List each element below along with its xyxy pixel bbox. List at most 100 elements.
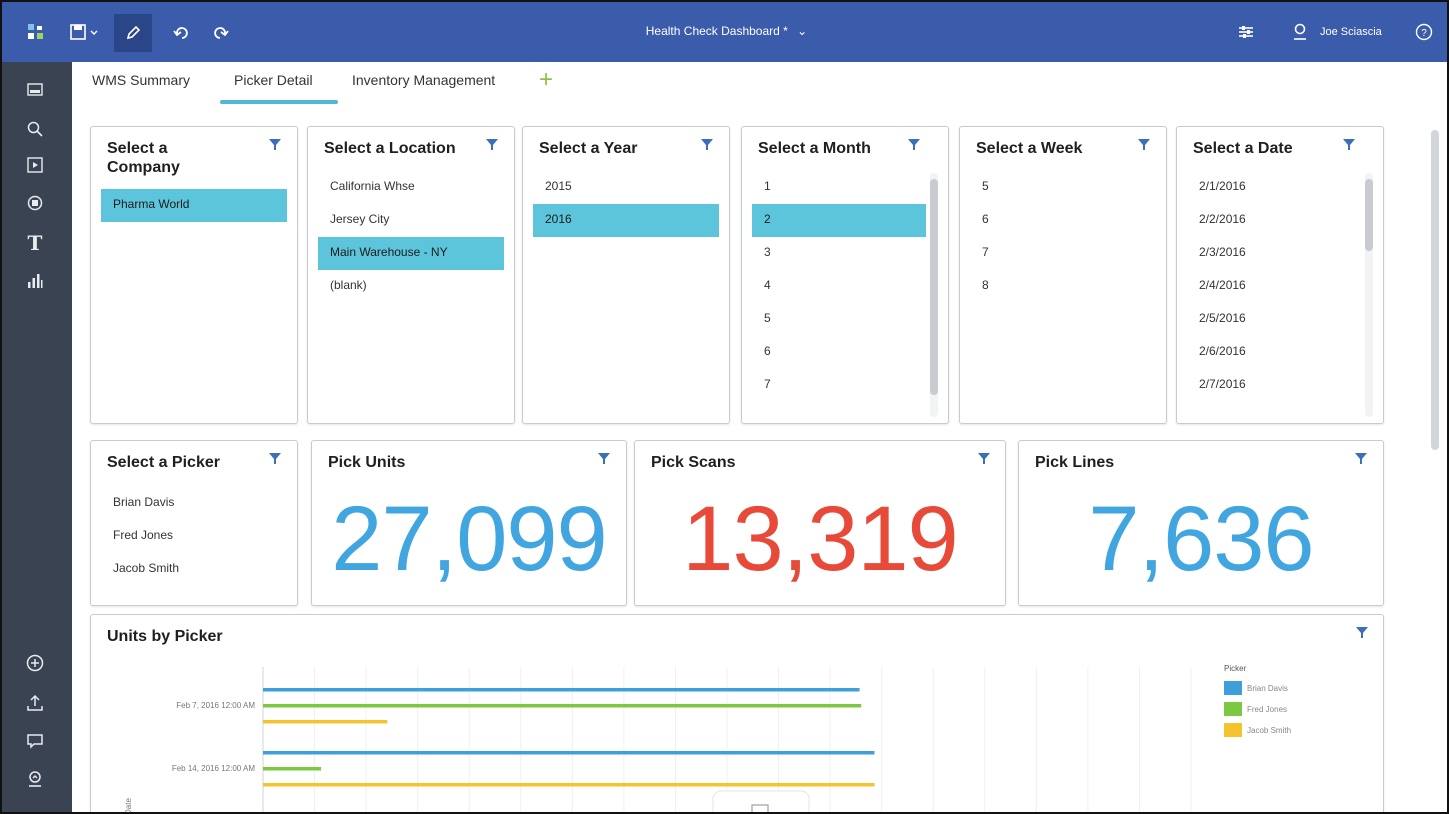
list-item[interactable]: California Whse: [318, 171, 504, 204]
pick-scans-card: Pick Scans 13,319: [634, 440, 1006, 606]
date-filter-card: Select a Date 2/1/2016 2/2/2016 2/3/2016…: [1176, 126, 1384, 424]
add-tab-icon[interactable]: +: [539, 66, 553, 94]
redo-icon[interactable]: [208, 20, 232, 44]
filter-icon[interactable]: [1355, 453, 1367, 464]
company-list: Pharma World: [101, 189, 287, 222]
filter-icon[interactable]: [908, 139, 920, 150]
month-filter-title: Select a Month: [758, 140, 871, 157]
edit-pencil-icon[interactable]: [114, 14, 152, 52]
legend-label: Fred Jones: [1247, 705, 1287, 714]
list-item[interactable]: Brian Davis: [101, 487, 287, 520]
settings-sliders-icon[interactable]: [1234, 20, 1258, 44]
list-item[interactable]: Pharma World: [101, 189, 287, 222]
list-item[interactable]: 7: [752, 369, 926, 402]
list-item[interactable]: 2: [752, 204, 926, 237]
filter-icon[interactable]: [269, 453, 281, 464]
tab-inventory-management[interactable]: Inventory Management: [352, 72, 495, 88]
list-item[interactable]: 5: [970, 171, 1156, 204]
calendar-button: [712, 790, 810, 812]
scroll-thumb[interactable]: [1365, 179, 1373, 251]
kpi-value: 27,099: [331, 488, 607, 590]
add-circle-icon[interactable]: [24, 652, 46, 674]
filter-icon[interactable]: [1343, 139, 1355, 150]
dashboard-title-text[interactable]: Health Check Dashboard *: [646, 24, 788, 38]
units-by-picker-chart: Feb 7, 2016 12:00 AM Feb 14, 2016 12:00 A…: [124, 664, 1291, 812]
save-icon[interactable]: [68, 20, 102, 44]
kpi-title: Pick Lines: [1035, 454, 1115, 471]
picker-filter-title: Select a Picker: [107, 454, 220, 471]
scroll-thumb[interactable]: [930, 179, 938, 395]
list-item[interactable]: 2/6/2016: [1187, 336, 1361, 369]
media-icon[interactable]: [24, 154, 46, 176]
upload-icon[interactable]: [24, 692, 46, 714]
list-item[interactable]: 8: [970, 270, 1156, 303]
list-item[interactable]: 7: [970, 237, 1156, 270]
units-by-picker-card: Units by Picker Feb 7, 2016 12:00 AM Feb …: [90, 614, 1384, 812]
list-item[interactable]: 5: [752, 303, 926, 336]
chevron-down-icon[interactable]: ⌄: [797, 24, 807, 38]
list-item[interactable]: (blank): [318, 270, 504, 303]
list-item[interactable]: 1: [752, 171, 926, 204]
undo-icon[interactable]: [170, 20, 194, 44]
filter-icon[interactable]: [598, 453, 610, 464]
list-item[interactable]: Jacob Smith: [101, 553, 287, 586]
year-list: 2015 2016: [533, 171, 719, 237]
week-filter-title: Select a Week: [976, 140, 1083, 157]
list-item[interactable]: Jersey City: [318, 204, 504, 237]
help-icon[interactable]: ?: [1412, 20, 1436, 44]
page-scrollbar[interactable]: [1430, 130, 1440, 812]
page-scroll-thumb[interactable]: [1431, 130, 1439, 450]
month-list: 1 2 3 4 5 6 7: [752, 171, 926, 402]
list-item[interactable]: 2/4/2016: [1187, 270, 1361, 303]
filter-icon[interactable]: [701, 139, 713, 150]
app-window: Health Check Dashboard * ⌄ Joe Sciascia …: [0, 0, 1449, 814]
list-item[interactable]: 6: [752, 336, 926, 369]
company-filter-card: Select a Company Pharma World: [90, 126, 298, 424]
pick-lines-card: Pick Lines 7,636: [1018, 440, 1384, 606]
legend-swatch: [1224, 681, 1242, 695]
app-menu-icon[interactable]: [24, 20, 48, 44]
bar: [263, 751, 875, 755]
picker-filter-card: Select a Picker Brian Davis Fred Jones J…: [90, 440, 298, 606]
list-item[interactable]: Main Warehouse - NY: [318, 237, 504, 270]
list-item[interactable]: 2/1/2016: [1187, 171, 1361, 204]
profile-icon[interactable]: [24, 768, 46, 790]
folder-icon[interactable]: [24, 78, 46, 100]
user-name[interactable]: Joe Sciascia: [1320, 26, 1382, 38]
svg-text:?: ?: [1421, 28, 1427, 39]
visualization-icon[interactable]: [24, 270, 46, 292]
list-item[interactable]: 2015: [533, 171, 719, 204]
bar: [263, 767, 321, 771]
top-bar: Health Check Dashboard * ⌄ Joe Sciascia …: [2, 2, 1447, 62]
bar: [263, 704, 862, 708]
user-icon[interactable]: [1288, 20, 1312, 44]
year-filter-card: Select a Year 2015 2016: [522, 126, 730, 424]
tab-picker-detail[interactable]: Picker Detail: [234, 72, 313, 88]
week-filter-card: Select a Week 5 6 7 8: [959, 126, 1167, 424]
location-filter-card: Select a Location California Whse Jersey…: [307, 126, 515, 424]
text-icon[interactable]: T: [24, 231, 46, 255]
list-item[interactable]: 2/2/2016: [1187, 204, 1361, 237]
comment-icon[interactable]: [24, 730, 46, 752]
list-item[interactable]: 4: [752, 270, 926, 303]
week-list: 5 6 7 8: [970, 171, 1156, 303]
kpi-title: Pick Units: [328, 454, 406, 471]
filter-icon[interactable]: [1138, 139, 1150, 150]
list-item[interactable]: 6: [970, 204, 1156, 237]
month-list-scrollbar[interactable]: [930, 173, 938, 417]
list-item[interactable]: 2016: [533, 204, 719, 237]
filter-icon[interactable]: [486, 139, 498, 150]
date-list-scrollbar[interactable]: [1365, 173, 1373, 417]
list-item[interactable]: 2/7/2016: [1187, 369, 1361, 402]
tab-wms-summary[interactable]: WMS Summary: [92, 72, 190, 88]
list-item[interactable]: Fred Jones: [101, 520, 287, 553]
location-filter-title: Select a Location: [324, 140, 456, 157]
search-icon[interactable]: [24, 118, 46, 140]
list-item[interactable]: 2/3/2016: [1187, 237, 1361, 270]
widgets-icon[interactable]: [24, 192, 46, 214]
filter-icon[interactable]: [269, 139, 281, 150]
kpi-value: 7,636: [1088, 488, 1314, 590]
list-item[interactable]: 2/5/2016: [1187, 303, 1361, 336]
filter-icon[interactable]: [978, 453, 990, 464]
list-item[interactable]: 3: [752, 237, 926, 270]
